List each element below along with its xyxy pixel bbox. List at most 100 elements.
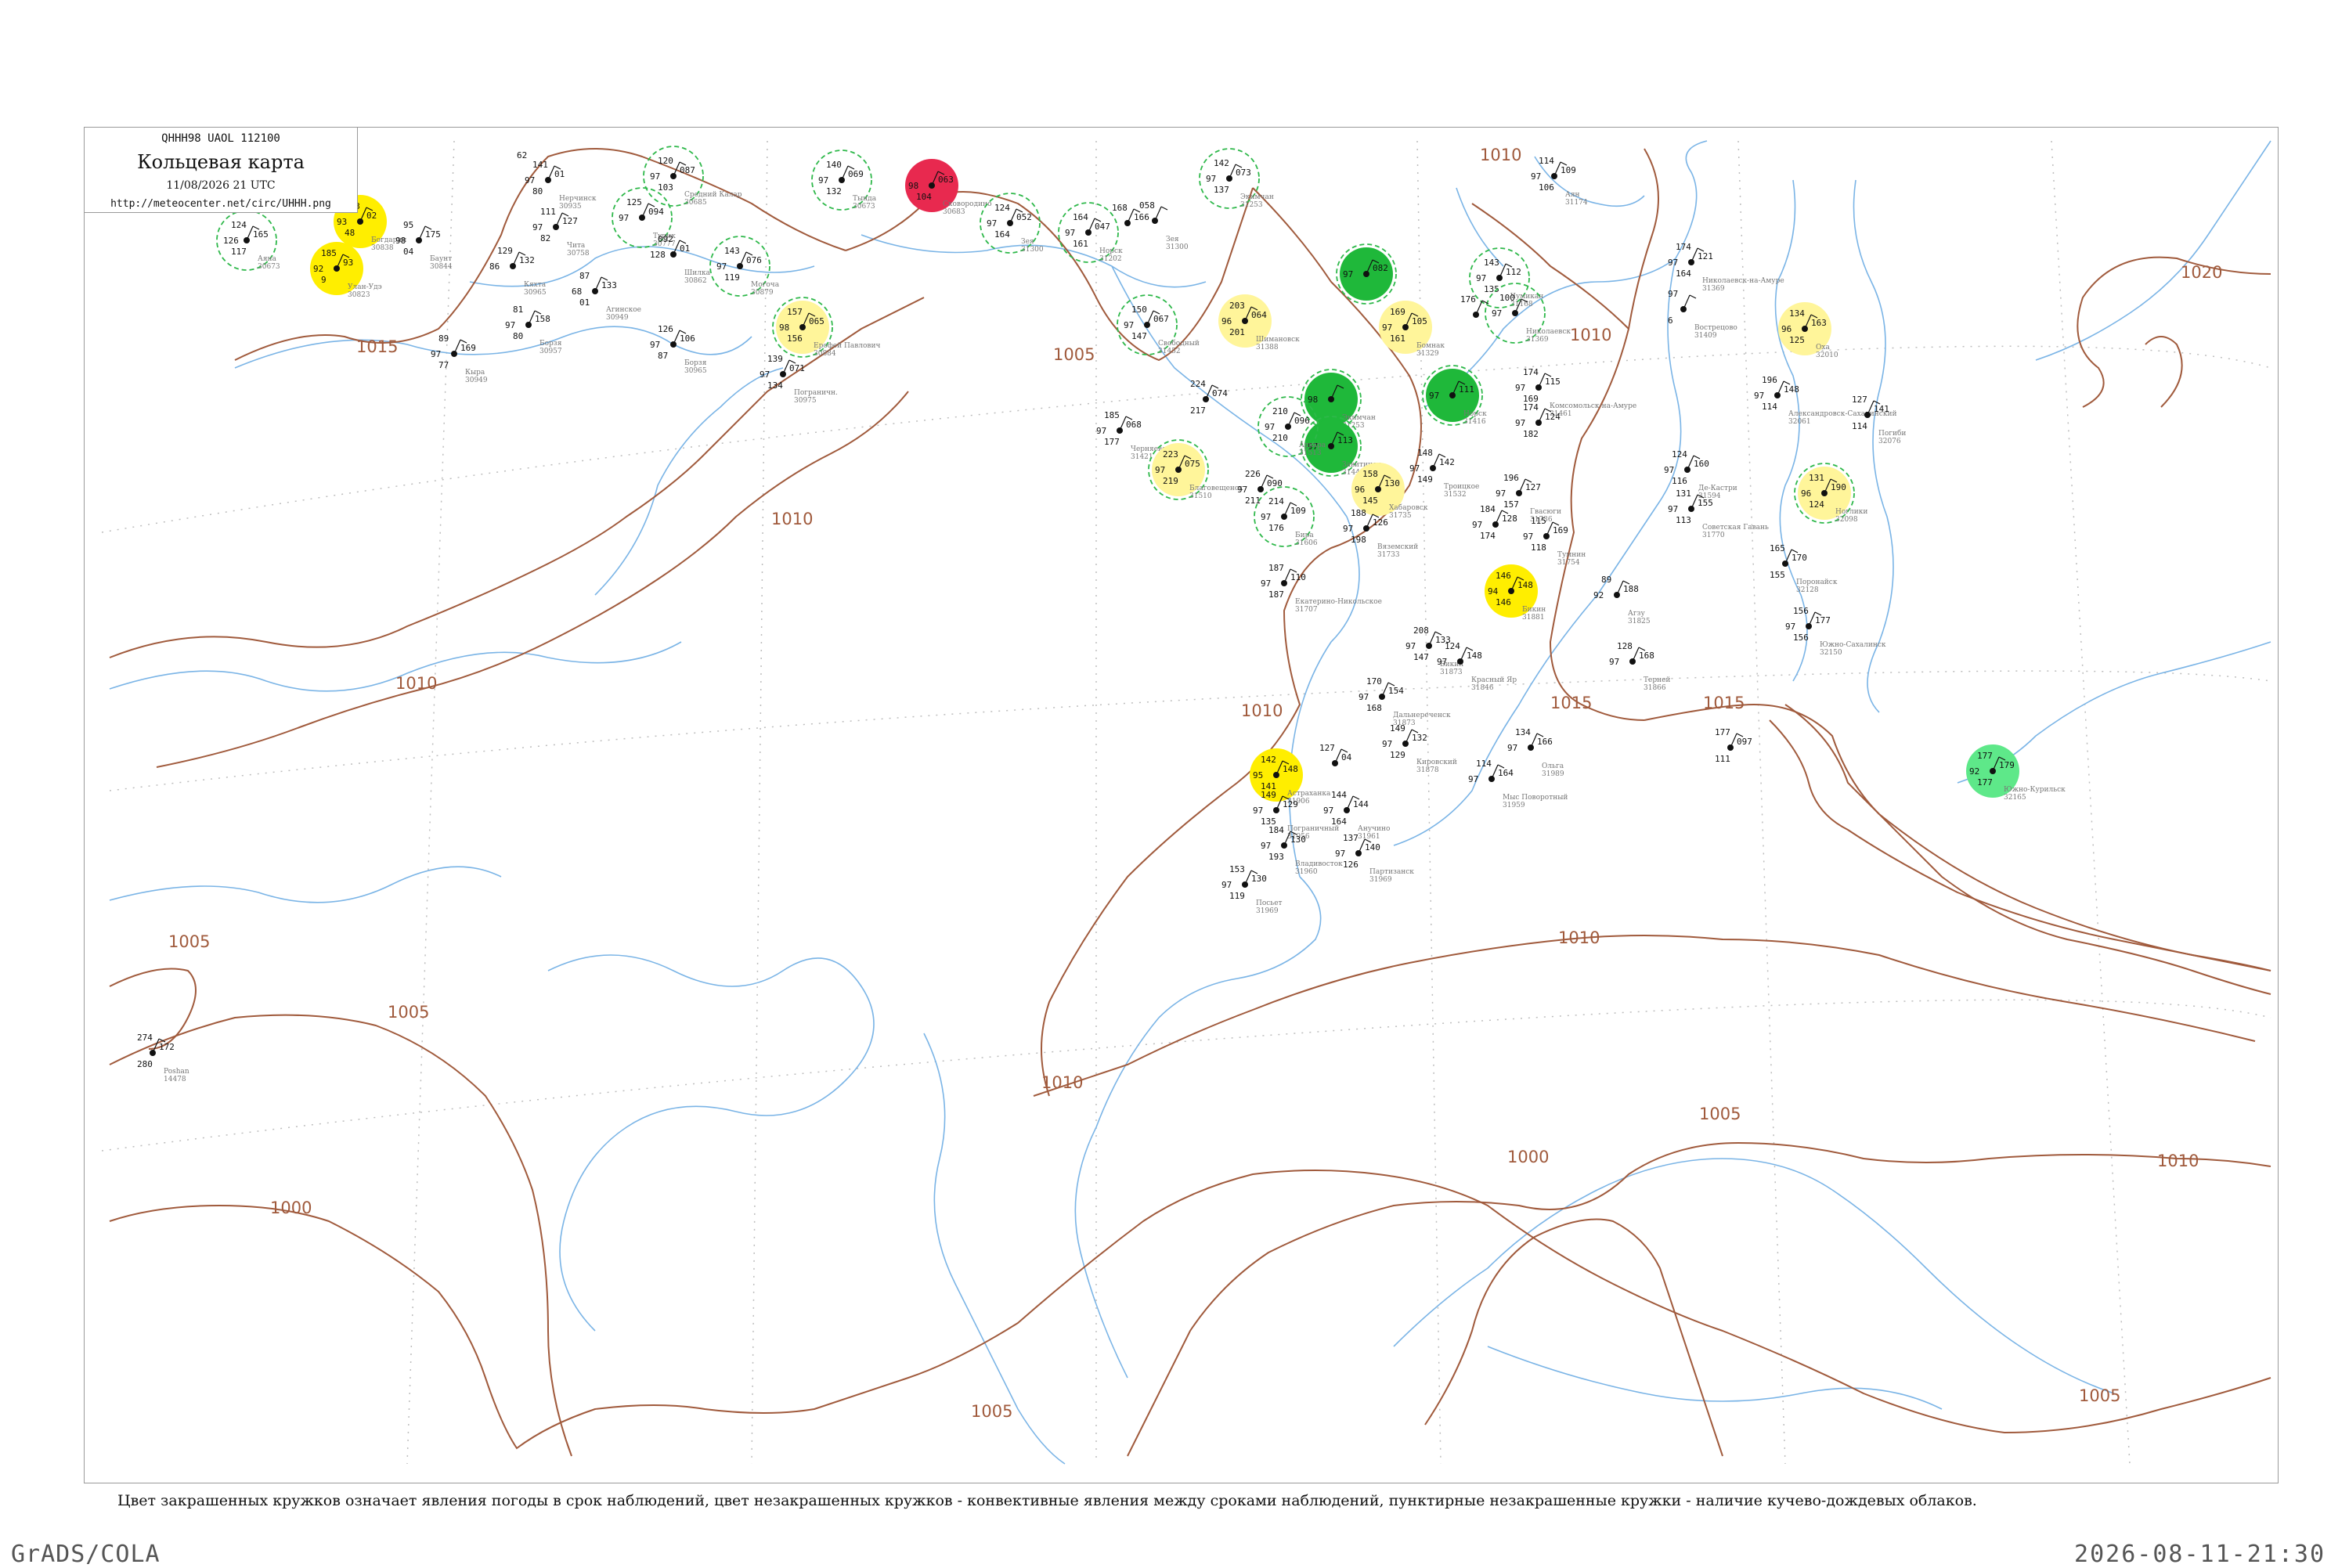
station-plot[interactable]: 169 97 105 161 Бомнак31329 [1379, 301, 1445, 358]
station-plot[interactable]: 89 92 188 Агзу31825 [1593, 575, 1651, 625]
isobar-label: 1010 [1241, 701, 1283, 720]
station-plot[interactable]: 87 68 133 01 Агинское30949 [572, 271, 641, 322]
station-index: 31846 [1471, 684, 1494, 692]
station-index: 30758 [567, 250, 590, 258]
station-index: 30683 [943, 208, 965, 216]
station-temperature: 176 [1460, 294, 1476, 305]
station-name: Владивосток [1295, 860, 1343, 868]
station-plot[interactable]: 174 97 121 164 Николаевск-на-Амуре31369 [1668, 242, 1784, 293]
station-plot[interactable]: 214 97 109 176 Бира31606 [1254, 486, 1318, 547]
station-dewpoint: 146 [1496, 597, 1511, 607]
station-visibility: 98 [395, 236, 406, 246]
station-plot[interactable]: 111 97 127 82 Чита30758 [532, 207, 590, 258]
station-pressure: 112 [1506, 267, 1521, 277]
station-name: Хабаровск [1389, 503, 1428, 512]
station-plot[interactable]: 97 111 Норск31416 [1422, 365, 1487, 426]
station-index: 31174 [1565, 199, 1588, 207]
wind-barb-icon [246, 225, 254, 241]
station-dewpoint: 117 [231, 247, 247, 257]
station-index: 30862 [684, 277, 707, 285]
wind-barb-icon [1428, 631, 1436, 647]
station-plot[interactable]: 141 97 01 80 62 Нерчинск30935 [517, 150, 597, 211]
station-index: 31873 [1440, 669, 1463, 676]
station-plot[interactable]: 97 082 [1336, 243, 1397, 305]
station-dewpoint: 80 [513, 331, 523, 341]
isobar-label: 1015 [356, 337, 398, 356]
station-dewpoint: 156 [1793, 633, 1809, 643]
station-plot[interactable]: 17097154168Дальнереченск31873 [1359, 676, 1451, 727]
station-plot[interactable]: 114 97 109 106 Аян31174 [1531, 156, 1588, 207]
station-plot[interactable]: 127 04 [1319, 743, 1352, 766]
station-visibility: 97 [1496, 488, 1506, 499]
station-plot[interactable]: 15697177156Южно-Сахалинск32150 [1785, 606, 1886, 657]
station-plot[interactable]: 153 97 130 119 Посьет31969 [1221, 864, 1283, 915]
station-plot[interactable]: 223 97 075 219 Благовещенск31510 [1148, 439, 1243, 500]
station-plot[interactable]: 81 97 158 80 Борзя30957 [505, 305, 562, 355]
station-name: Аян [1565, 191, 1580, 199]
station-temperature: 174 [1523, 402, 1539, 413]
station-name: Екатерино-Никольское [1295, 598, 1382, 606]
station-plot[interactable]: 143 97 076 119 Могоча30879 [709, 236, 780, 297]
station-plot[interactable]: 203 96 064 201 Шимановск31388 [1218, 294, 1300, 351]
wind-barb-icon [1687, 455, 1694, 470]
station-temperature: 153 [1229, 864, 1245, 874]
station-plot[interactable]: 148 97 142 149 Троицкое31532 [1409, 448, 1479, 499]
station-name: Де-Кастри [1698, 485, 1737, 492]
wind-barb-feather-icon [1689, 294, 1697, 299]
station-dewpoint: 132 [826, 186, 842, 196]
render-timestamp: 2026-08-11-21:30 [2074, 1541, 2326, 1568]
station-plot[interactable]: 14694148146Бикин31881 [1485, 564, 1546, 622]
station-plot[interactable]: 19697148114Александровск-Сахалинский3206… [1754, 375, 1896, 426]
station-plot[interactable]: 89 97 169 77 Кыра30949 [431, 333, 488, 384]
station-plot[interactable]: 177 097 111 [1715, 727, 1752, 764]
station-dewpoint: 161 [1073, 239, 1088, 249]
station-plot[interactable]: 149 97 132 129 Кировский31878 [1382, 723, 1457, 774]
station-index: 30957 [539, 348, 562, 355]
wind-barb-icon [1530, 733, 1538, 748]
wind-barb-icon [1119, 416, 1127, 431]
station-plot[interactable]: 140 97 069 132 Тында30673 [811, 150, 877, 211]
station-plot[interactable]: 224 074 217 [1190, 379, 1228, 416]
station-plot[interactable]: 131 96 190 124 Ноглики32098 [1794, 463, 1867, 524]
station-plot[interactable]: 139 97 071 134 Пограничн.30975 [760, 354, 838, 405]
station-plot[interactable]: 129 86 132 Кяхта30965 [489, 246, 547, 297]
station-plot[interactable]: 134 97 166 Ольга31989 [1507, 727, 1564, 778]
station-pressure: 175 [425, 229, 441, 240]
station-index: 30949 [606, 314, 629, 322]
station-plot[interactable]: 142 97 073 137 Экимчан31253 [1199, 148, 1274, 209]
station-plot[interactable]: 058 Зея31300 [1139, 200, 1189, 251]
station-plot[interactable]: 176 [1460, 294, 1489, 318]
wind-barb-icon [547, 165, 555, 181]
station-plot[interactable]: 134 96 163 125 Оха32010 [1778, 302, 1838, 359]
station-dewpoint: 87 [658, 351, 668, 361]
station-temperature: 100 [1499, 293, 1515, 303]
station-plot[interactable]: 18797110187Екатерино-Никольское31707 [1261, 563, 1382, 614]
station-plot[interactable]: 95 98 175 04 Баунт30844 [395, 220, 453, 271]
station-dewpoint: 103 [658, 182, 673, 193]
station-visibility: 97 [1261, 512, 1271, 522]
station-index: 30673 [853, 203, 875, 211]
station-plot[interactable]: 150 97 067 147 Свободный31452 [1117, 294, 1200, 355]
station-plot[interactable]: 98063104Сковородино30683 [905, 159, 992, 216]
station-plot[interactable]: 97 6 Вострецово31409 [1668, 289, 1737, 340]
station-temperature: 185 [321, 248, 337, 258]
station-plot[interactable]: 126 97 106 87 Борзя30965 [650, 324, 707, 375]
station-visibility: 97 [760, 369, 770, 380]
station-pressure: 01 [680, 243, 690, 254]
station-temperature: 120 [658, 156, 673, 166]
station-plot[interactable]: 092 128 01 Шилка30862 [650, 234, 711, 285]
isobar-label: 1015 [1550, 694, 1592, 712]
station-visibility: 96 [1355, 485, 1365, 495]
station-dewpoint: 174 [1480, 531, 1496, 541]
station-pressure: 133 [601, 280, 617, 290]
station-plot[interactable]: 184 97 128 174 [1472, 504, 1517, 541]
station-plot[interactable]: 115 97 169 118 Тумнин31754 [1523, 516, 1586, 567]
station-pressure: 179 [1999, 760, 2015, 770]
station-dewpoint: 219 [1163, 476, 1178, 486]
station-plot[interactable]: 127 141 114 Погиби32076 [1852, 395, 1906, 445]
station-plot[interactable]: 124 126 165 117 Аяна30673 [216, 210, 280, 271]
station-name: Южно-Курильск [2004, 786, 2066, 794]
station-plot[interactable]: 128 97 168 Терней31866 [1609, 641, 1670, 692]
station-plot[interactable]: 18597068177Черняево31421 [1096, 410, 1167, 461]
station-plot[interactable]: 165 170 155 Поронайск32128 [1770, 543, 1838, 594]
